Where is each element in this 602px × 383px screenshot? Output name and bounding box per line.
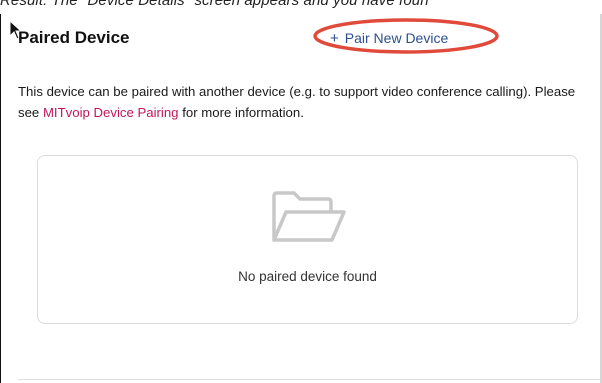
description-text-after: for more information. xyxy=(178,105,304,120)
empty-state-card: No paired device found xyxy=(37,155,578,324)
empty-state-message: No paired device found xyxy=(238,269,377,284)
screenshot-caption: Result: The "Device Details" screen appe… xyxy=(0,0,429,9)
bottom-divider xyxy=(18,379,600,380)
page-title: Paired Device xyxy=(18,28,130,47)
folder-icon xyxy=(272,191,346,242)
pair-new-device-label: Pair New Device xyxy=(344,30,449,46)
mitvoip-device-pairing-link[interactable]: MITvoip Device Pairing xyxy=(43,105,179,120)
plus-icon: + xyxy=(330,30,339,47)
pair-new-device-button[interactable]: + Pair New Device xyxy=(330,27,448,49)
pairing-description: This device can be paired with another d… xyxy=(18,81,578,123)
